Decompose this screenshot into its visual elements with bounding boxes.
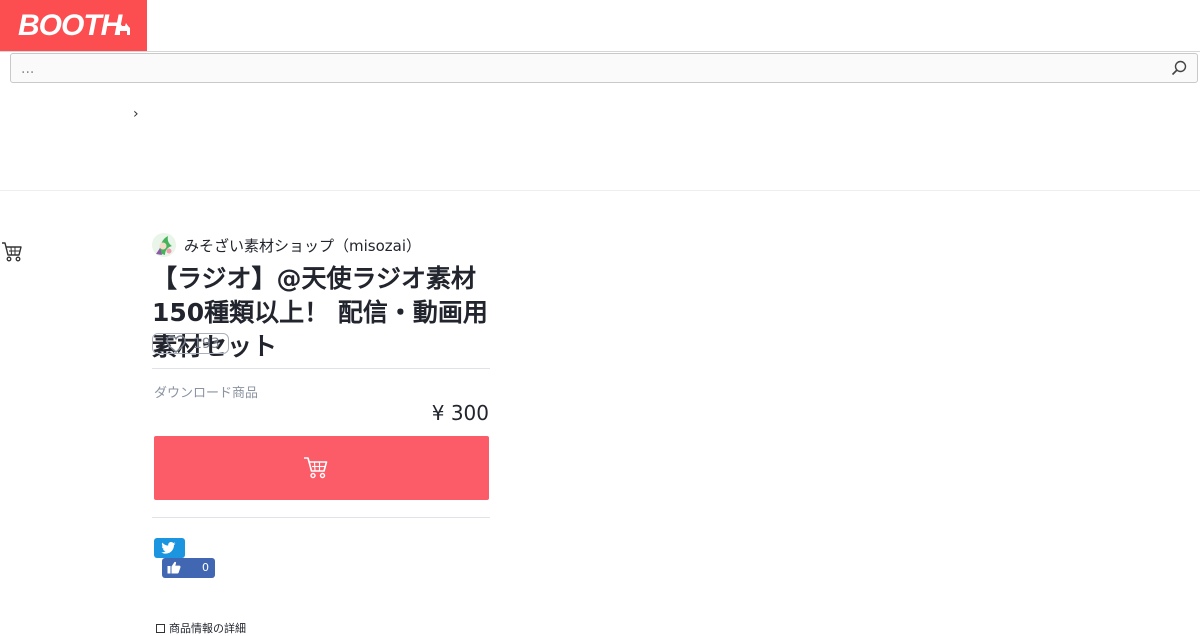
add-to-cart-button[interactable] xyxy=(154,436,489,500)
product-info-heading: 商品情報の詳細 xyxy=(156,620,246,636)
heart-icon xyxy=(166,335,186,353)
box-icon xyxy=(156,623,165,633)
facebook-like-button[interactable]: 0 xyxy=(162,558,215,578)
product-info-label: 商品情報の詳細 xyxy=(169,622,246,635)
cart-icon xyxy=(304,457,328,479)
thumbs-up-icon xyxy=(167,561,181,574)
like-count: 193 xyxy=(193,336,220,352)
shop-name: みそざい素材ショップ（misozai） xyxy=(184,236,422,255)
like-button[interactable]: 193 xyxy=(152,333,229,354)
facebook-like-count: 0 xyxy=(202,561,209,574)
search-icon[interactable] xyxy=(1171,60,1187,76)
breadcrumb-separator: › xyxy=(133,106,139,122)
cart-icon[interactable] xyxy=(1,241,23,263)
search-input[interactable] xyxy=(19,58,1163,80)
twitter-icon xyxy=(161,542,176,554)
section-divider xyxy=(0,190,1200,191)
booth-logo[interactable]: BOOTH xyxy=(0,0,147,52)
price: ¥ 300 xyxy=(431,401,489,425)
logo-text: BOOTH xyxy=(18,9,122,42)
logo-mark-icon xyxy=(117,23,130,35)
variant-label: ダウンロード商品 xyxy=(154,386,259,401)
divider xyxy=(152,517,490,518)
divider xyxy=(152,368,490,369)
shop-link[interactable]: みそざい素材ショップ（misozai） xyxy=(152,232,421,258)
search-bar xyxy=(10,53,1198,83)
tweet-button[interactable] xyxy=(154,538,185,558)
shop-avatar xyxy=(152,233,176,257)
header-divider xyxy=(0,51,1200,52)
